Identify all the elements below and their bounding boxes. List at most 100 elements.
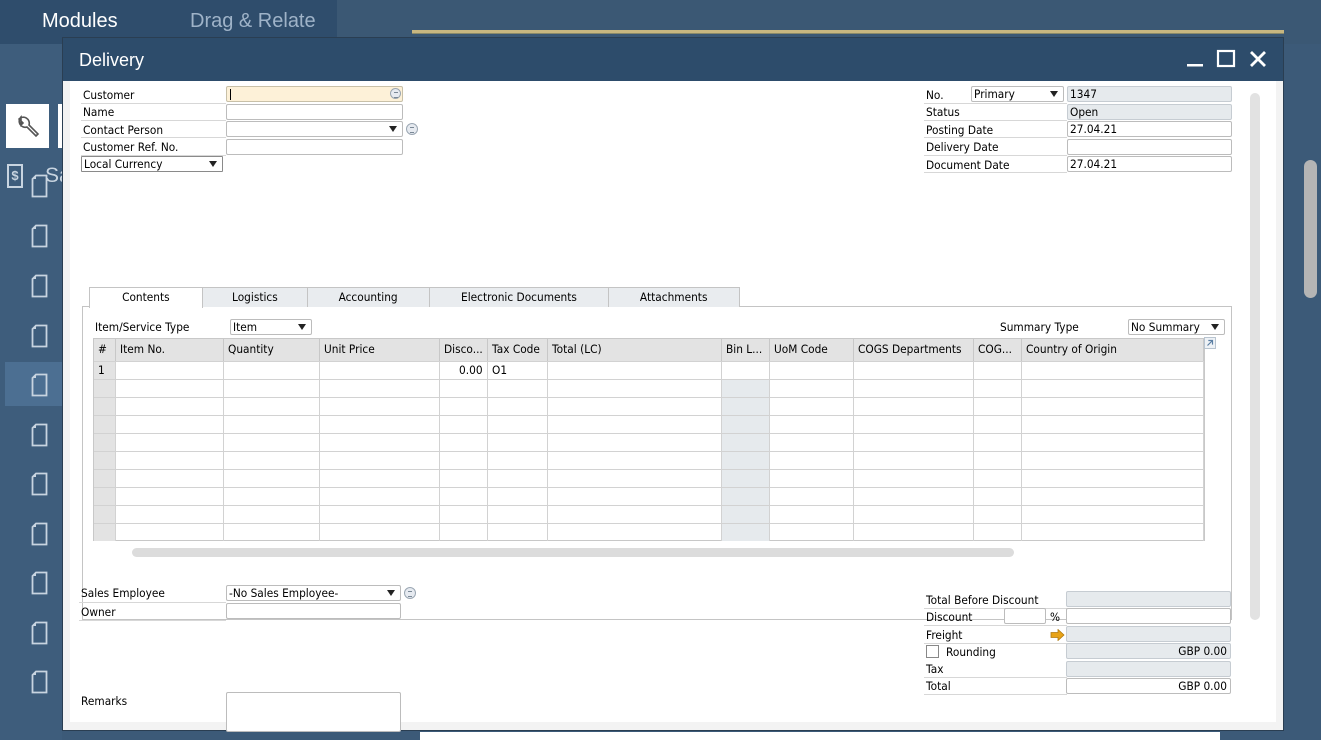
table-cell[interactable] <box>548 488 722 505</box>
expand-icon[interactable] <box>1204 337 1216 349</box>
table-cell[interactable] <box>548 452 722 469</box>
choose-from-list-icon[interactable] <box>390 88 401 99</box>
table-cell[interactable] <box>116 398 224 415</box>
table-cell[interactable] <box>224 362 320 379</box>
document-icon[interactable] <box>31 670 48 694</box>
table-cell[interactable] <box>440 434 488 451</box>
table-row[interactable] <box>94 451 1204 469</box>
table-cell[interactable] <box>974 434 1022 451</box>
table-cell[interactable] <box>854 470 974 487</box>
table-row[interactable] <box>94 523 1204 541</box>
table-cell[interactable] <box>854 434 974 451</box>
discount-amount-field[interactable] <box>1066 608 1231 624</box>
table-cell[interactable] <box>974 362 1022 379</box>
column-header[interactable]: Disco... <box>440 339 488 361</box>
table-cell[interactable] <box>224 506 320 523</box>
table-cell[interactable] <box>224 380 320 397</box>
table-row[interactable] <box>94 469 1204 487</box>
table-cell[interactable] <box>974 470 1022 487</box>
wrench-icon[interactable] <box>6 104 49 148</box>
table-cell[interactable] <box>1022 488 1204 505</box>
horizontal-scrollbar[interactable] <box>132 548 1014 557</box>
table-cell[interactable] <box>770 524 854 541</box>
customer-ref-field[interactable] <box>226 139 403 155</box>
maximize-icon[interactable] <box>1215 48 1237 70</box>
contact-person-select[interactable] <box>226 121 403 137</box>
summary-type-select[interactable]: No Summary <box>1128 319 1225 335</box>
table-cell[interactable] <box>488 488 548 505</box>
column-header[interactable]: Bin L... <box>722 339 770 361</box>
table-cell[interactable] <box>548 506 722 523</box>
table-cell[interactable] <box>320 362 440 379</box>
table-cell[interactable] <box>854 362 974 379</box>
table-cell[interactable] <box>974 452 1022 469</box>
discount-percent-field[interactable] <box>1004 608 1046 624</box>
table-cell[interactable] <box>1022 452 1204 469</box>
contents-grid[interactable]: # Item No. Quantity Unit Price Disco... Tax C… <box>93 338 1205 541</box>
column-header[interactable]: Total (LC) <box>548 339 722 361</box>
table-cell[interactable] <box>974 398 1022 415</box>
close-icon[interactable] <box>1247 48 1269 70</box>
table-cell[interactable] <box>770 380 854 397</box>
table-cell[interactable] <box>440 488 488 505</box>
column-header[interactable]: Unit Price <box>320 339 440 361</box>
table-cell[interactable] <box>116 506 224 523</box>
table-cell[interactable] <box>722 506 770 523</box>
table-cell[interactable] <box>548 470 722 487</box>
document-icon[interactable] <box>31 522 48 546</box>
table-cell[interactable] <box>548 434 722 451</box>
document-icon[interactable] <box>31 571 48 595</box>
table-cell[interactable] <box>974 488 1022 505</box>
document-icon[interactable] <box>31 472 48 496</box>
table-cell[interactable] <box>722 434 770 451</box>
table-cell[interactable]: O1 <box>488 362 548 379</box>
column-header[interactable]: # <box>94 339 116 361</box>
arrow-right-icon[interactable] <box>1050 629 1065 641</box>
table-row[interactable] <box>94 505 1204 523</box>
name-field[interactable] <box>226 104 403 120</box>
table-cell[interactable] <box>320 452 440 469</box>
tab-attachments[interactable]: Attachments <box>608 287 740 307</box>
table-cell[interactable] <box>770 434 854 451</box>
minimize-icon[interactable] <box>1184 48 1206 70</box>
table-cell[interactable] <box>1022 398 1204 415</box>
table-cell[interactable] <box>488 434 548 451</box>
table-cell[interactable] <box>1022 416 1204 433</box>
table-cell[interactable] <box>224 398 320 415</box>
table-cell[interactable] <box>224 452 320 469</box>
table-cell[interactable] <box>770 488 854 505</box>
link-arrow-icon[interactable] <box>406 123 418 135</box>
table-cell[interactable] <box>224 434 320 451</box>
table-cell[interactable] <box>488 524 548 541</box>
table-cell[interactable] <box>224 488 320 505</box>
table-cell[interactable] <box>320 488 440 505</box>
table-cell[interactable] <box>440 416 488 433</box>
table-cell[interactable] <box>548 524 722 541</box>
table-cell[interactable] <box>116 380 224 397</box>
table-cell[interactable] <box>1022 380 1204 397</box>
table-row[interactable] <box>94 397 1204 415</box>
table-cell[interactable] <box>770 362 854 379</box>
table-cell[interactable] <box>854 416 974 433</box>
table-cell[interactable] <box>116 362 224 379</box>
table-cell[interactable] <box>440 380 488 397</box>
table-cell[interactable] <box>548 416 722 433</box>
table-cell[interactable] <box>320 398 440 415</box>
table-cell[interactable] <box>548 398 722 415</box>
owner-field[interactable] <box>226 603 401 619</box>
table-cell[interactable] <box>548 380 722 397</box>
item-service-type-select[interactable]: Item <box>230 319 312 335</box>
table-cell[interactable] <box>440 524 488 541</box>
document-icon[interactable] <box>31 423 48 447</box>
table-cell[interactable] <box>722 416 770 433</box>
table-cell[interactable] <box>320 380 440 397</box>
table-cell[interactable] <box>488 506 548 523</box>
table-cell[interactable] <box>116 416 224 433</box>
table-cell[interactable] <box>974 416 1022 433</box>
document-icon[interactable] <box>31 174 48 198</box>
table-cell[interactable] <box>320 470 440 487</box>
table-cell[interactable] <box>116 488 224 505</box>
tab-contents[interactable]: Contents <box>89 287 203 308</box>
table-cell[interactable] <box>722 362 770 379</box>
table-cell[interactable] <box>488 398 548 415</box>
